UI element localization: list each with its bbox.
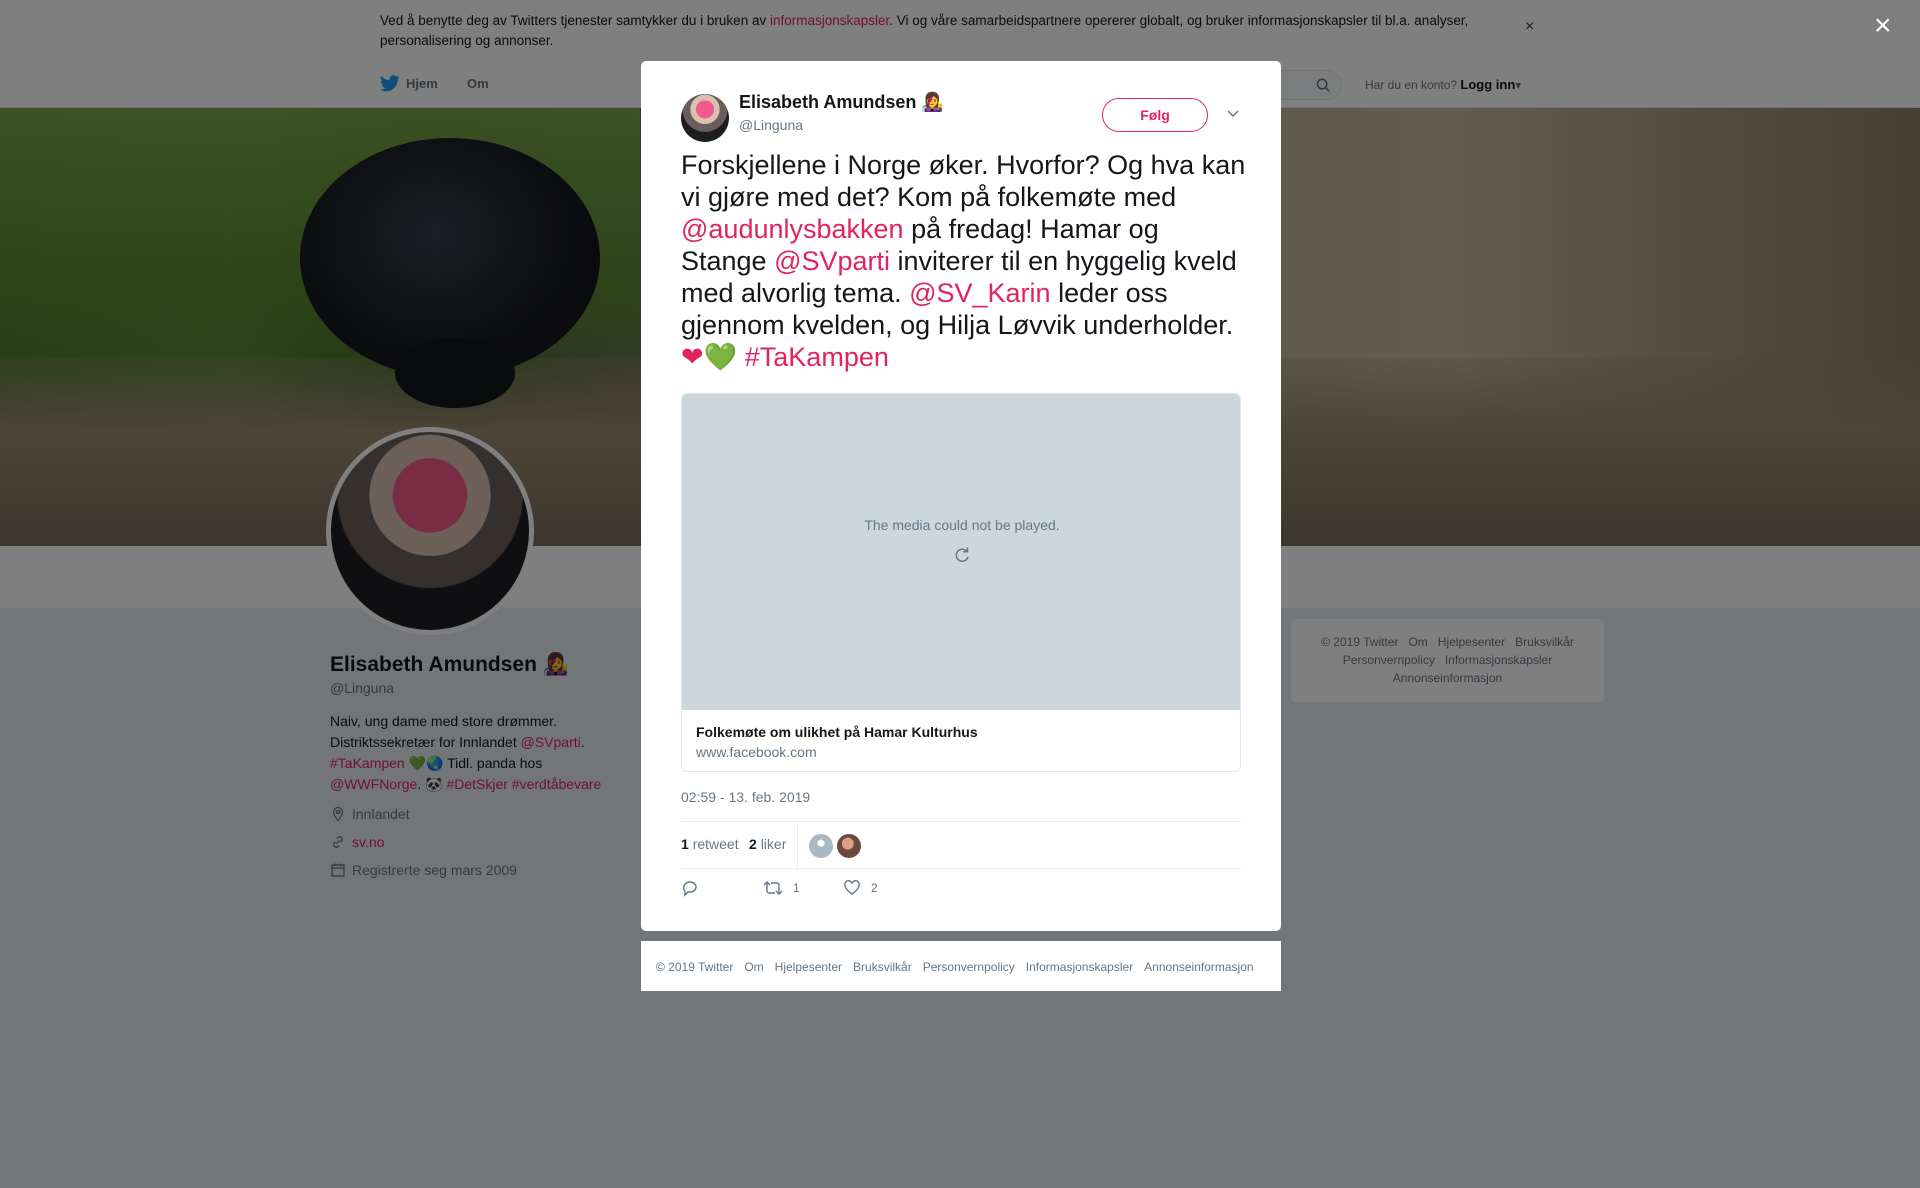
link-card[interactable]: The media could not be played. Folkemøte…: [681, 393, 1241, 772]
tweet-mention-sv-karin[interactable]: @SV_Karin: [909, 278, 1050, 308]
chevron-down-icon[interactable]: [1226, 106, 1240, 120]
modal-footer-link-about[interactable]: Om: [744, 960, 763, 974]
modal-footer-copyright: © 2019 Twitter: [656, 960, 734, 974]
tweet-stats: 1 retweet 2 liker: [681, 821, 1241, 869]
tweet-modal: Elisabeth Amundsen 👩‍🎤 @Linguna Følg For…: [641, 61, 1281, 931]
reload-icon[interactable]: [952, 545, 972, 565]
modal-footer-link-cookies[interactable]: Informasjonskapsler: [1026, 960, 1133, 974]
tweet-actions: 1 2: [681, 879, 1241, 907]
tweet-timestamp[interactable]: 02:59 - 13. feb. 2019: [681, 789, 810, 805]
retweet-stat-count: 1: [681, 836, 689, 852]
reply-button[interactable]: [681, 879, 699, 897]
like-button[interactable]: 2: [843, 879, 878, 897]
like-stat-count: 2: [749, 836, 757, 852]
liker-avatar[interactable]: [809, 834, 833, 858]
card-url: www.facebook.com: [696, 744, 817, 760]
card-media-player[interactable]: The media could not be played.: [682, 394, 1240, 710]
retweet-icon: [763, 881, 783, 895]
media-error-message: The media could not be played.: [864, 517, 1060, 533]
modal-footer: © 2019 Twitter Om Hjelpesenter Bruksvilkår P…: [641, 941, 1281, 991]
green-heart-emoji-icon: 💚: [703, 342, 738, 372]
heart-icon: [844, 880, 860, 895]
modal-footer-link-ads-info[interactable]: Annonseinformasjon: [1144, 960, 1253, 974]
retweet-count: 1: [793, 881, 800, 895]
follow-button[interactable]: Følg: [1102, 98, 1208, 132]
stats-divider: [797, 822, 798, 868]
red-heart-emoji-icon: ❤: [681, 342, 704, 372]
tweet-mention-svparti[interactable]: @SVparti: [774, 246, 890, 276]
modal-footer-link-privacy[interactable]: Personvernpolicy: [923, 960, 1015, 974]
retweet-button[interactable]: 1: [763, 879, 800, 897]
liker-avatar[interactable]: [837, 834, 861, 858]
retweet-stat-label: retweet: [692, 836, 739, 852]
tweet-author-avatar[interactable]: [681, 94, 729, 142]
reply-icon: [683, 881, 697, 897]
like-count: 2: [871, 881, 878, 895]
tweet-author-handle[interactable]: @Linguna: [739, 117, 803, 133]
card-title: Folkemøte om ulikhet på Hamar Kulturhus: [696, 724, 978, 740]
like-stat[interactable]: 2 liker: [749, 836, 786, 852]
tweet-mention-audunlysbakken[interactable]: @audunlysbakken: [681, 214, 904, 244]
tweet-text-part-1: Forskjellene i Norge øker. Hvorfor? Og h…: [681, 150, 1246, 212]
tweet-hashtag-takampen[interactable]: #TaKampen: [745, 342, 889, 372]
tweet-author-name[interactable]: Elisabeth Amundsen 👩‍🎤: [739, 92, 944, 113]
close-modal-button[interactable]: ×: [1874, 11, 1892, 41]
tweet-text: Forskjellene i Norge øker. Hvorfor? Og h…: [681, 149, 1251, 373]
retweet-stat[interactable]: 1 retweet: [681, 836, 739, 852]
like-stat-label: liker: [760, 836, 787, 852]
modal-footer-link-help[interactable]: Hjelpesenter: [775, 960, 842, 974]
modal-footer-link-terms[interactable]: Bruksvilkår: [853, 960, 912, 974]
